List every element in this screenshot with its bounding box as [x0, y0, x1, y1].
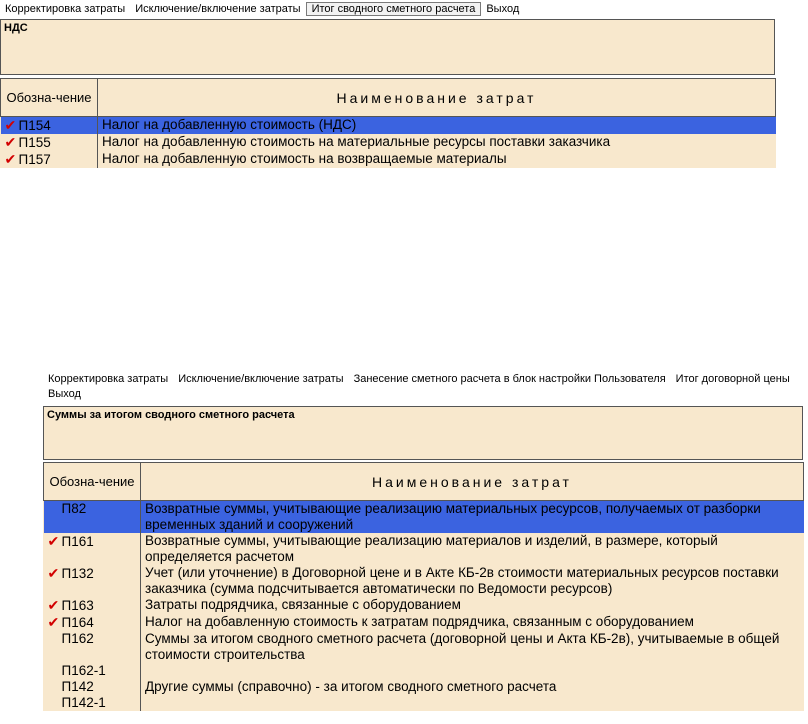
- menu-exclude-include[interactable]: Исключение/включение затраты: [173, 372, 348, 387]
- row-code: П154: [18, 118, 51, 133]
- table-row[interactable]: ✔ П157 Налог на добавленную стоимость на в…: [1, 151, 776, 168]
- menu-cost-edit[interactable]: Корректировка затраты: [0, 3, 130, 15]
- code-cell[interactable]: ✔ П157: [1, 151, 98, 168]
- bottom-menubar: Корректировка затраты Исключение/включен…: [43, 372, 803, 402]
- row-name: Налог на добавленную стоимость на возвра…: [97, 151, 776, 168]
- table-row[interactable]: ✔ П161 Возвратные суммы, учитывающие реали…: [44, 533, 804, 565]
- column-header-code[interactable]: Обозна-чение: [0, 78, 98, 117]
- row-code: П142-1: [61, 695, 106, 710]
- table-row[interactable]: П82 Возвратные суммы, учитывающие реализа…: [43, 500, 804, 533]
- menu-save-to-user-settings[interactable]: Занесение сметного расчета в блок настро…: [349, 372, 671, 387]
- table-row[interactable]: П162 Суммы за итогом сводного сметного ра…: [44, 631, 804, 663]
- code-cell[interactable]: П162: [44, 631, 141, 663]
- table-row[interactable]: ✔ П155 Налог на добавленную стоимость на м…: [1, 134, 776, 151]
- column-header-code[interactable]: Обозна-чение: [43, 462, 141, 501]
- code-cell[interactable]: ✔ П163: [44, 597, 141, 614]
- row-name: [140, 695, 804, 711]
- table-row[interactable]: П162-1: [44, 663, 804, 679]
- row-name: Затраты подрядчика, связанные с оборудов…: [140, 597, 804, 614]
- table-row[interactable]: П142 Другие суммы (справочно) - за итогом…: [44, 679, 804, 695]
- checkmark-icon: ✔: [4, 134, 17, 150]
- column-header-name-label: Наименование затрат: [372, 473, 572, 490]
- row-name: Суммы за итогом сводного сметного расчет…: [140, 631, 804, 663]
- code-cell[interactable]: П142: [44, 679, 141, 695]
- code-cell[interactable]: П162-1: [44, 663, 141, 679]
- row-name: [140, 663, 804, 679]
- top-menubar: Корректировка затраты Исключение/включен…: [0, 1, 775, 17]
- bottom-window: Корректировка затраты Исключение/включен…: [43, 368, 804, 724]
- row-code: П155: [18, 135, 51, 150]
- row-name: Налог на добавленную стоимость (НДС): [97, 116, 776, 134]
- section-title: Суммы за итогом сводного сметного расчет…: [43, 406, 803, 460]
- table-row[interactable]: ✔ П154 Налог на добавленную стоимость (НДС…: [0, 116, 776, 134]
- menu-summary-total[interactable]: Итог сводного сметного расчета: [305, 2, 482, 16]
- column-header-name[interactable]: Наименование затрат: [140, 462, 804, 501]
- column-header-name-label: Наименование затрат: [336, 89, 537, 106]
- checkmark-icon: ✔: [47, 565, 60, 581]
- section-title: НДС: [0, 19, 775, 75]
- column-header-code-label: Обозна-чение: [49, 474, 135, 489]
- table-row[interactable]: П142-1: [44, 695, 804, 711]
- menu-cost-edit[interactable]: Корректировка затраты: [43, 372, 173, 387]
- row-name: Другие суммы (справочно) - за итогом сво…: [140, 679, 804, 695]
- row-code: П82: [61, 501, 87, 516]
- column-header-name[interactable]: Наименование затрат: [97, 78, 776, 117]
- table-row[interactable]: ✔ П163 Затраты подрядчика, связанные с обо…: [44, 597, 804, 614]
- row-name: Возвратные суммы, учитывающие реализацию…: [140, 500, 804, 533]
- row-code: П164: [61, 615, 94, 630]
- row-code: П157: [18, 152, 51, 167]
- code-cell[interactable]: П82: [43, 500, 141, 533]
- code-cell[interactable]: ✔ П161: [44, 533, 141, 565]
- column-header-code-label: Обозна-чение: [6, 90, 92, 105]
- checkmark-icon: ✔: [4, 151, 17, 167]
- row-name: Налог на добавленную стоимость на матери…: [97, 134, 776, 151]
- cost-table: Обозна-чение Наименование затрат П82 Возв…: [43, 462, 804, 711]
- menu-exclude-include[interactable]: Исключение/включение затраты: [130, 3, 305, 15]
- table-row[interactable]: ✔ П164 Налог на добавленную стоимость к за…: [44, 614, 804, 631]
- row-code: П163: [61, 598, 94, 613]
- menu-exit[interactable]: Выход: [481, 3, 524, 15]
- top-window: Корректировка затраты Исключение/включен…: [0, 0, 776, 192]
- checkmark-icon: ✔: [47, 597, 60, 613]
- row-code: П132: [61, 566, 94, 581]
- row-code: П142: [61, 679, 94, 694]
- code-cell[interactable]: П142-1: [44, 695, 141, 711]
- code-cell[interactable]: ✔ П155: [1, 134, 98, 151]
- code-cell[interactable]: ✔ П154: [0, 116, 98, 134]
- checkmark-icon: ✔: [4, 117, 17, 133]
- menu-contract-price-total[interactable]: Итог договорной цены: [671, 372, 795, 387]
- row-name: Налог на добавленную стоимость к затрата…: [140, 614, 804, 631]
- checkmark-icon: ✔: [47, 614, 60, 630]
- menu-exit[interactable]: Выход: [43, 387, 86, 402]
- row-code: П161: [61, 534, 94, 549]
- row-code: П162-1: [61, 663, 106, 678]
- cost-table: Обозна-чение Наименование затрат ✔ П154 На…: [0, 78, 776, 168]
- checkmark-icon: ✔: [47, 533, 60, 549]
- code-cell[interactable]: ✔ П164: [44, 614, 141, 631]
- row-name: Возвратные суммы, учитывающие реализацию…: [140, 533, 804, 565]
- code-cell[interactable]: ✔ П132: [44, 565, 141, 597]
- table-row[interactable]: ✔ П132 Учет (или уточнение) в Договорной ц…: [44, 565, 804, 597]
- row-name: Учет (или уточнение) в Договорной цене и…: [140, 565, 804, 597]
- row-code: П162: [61, 631, 94, 646]
